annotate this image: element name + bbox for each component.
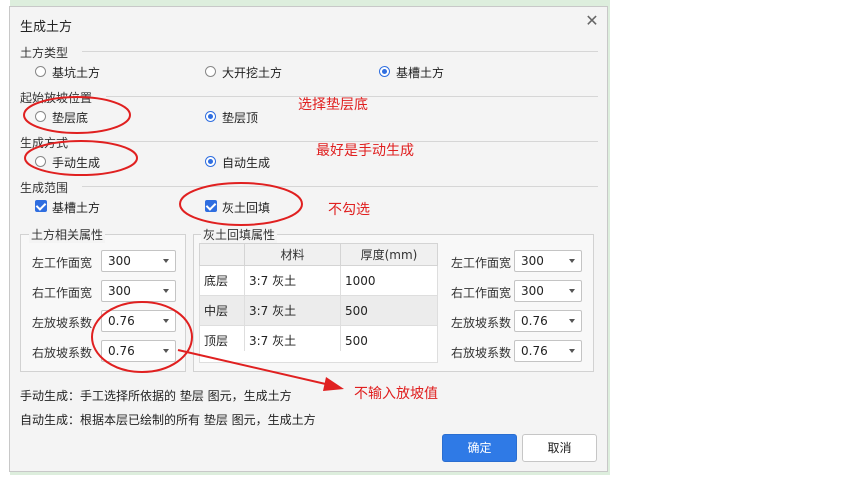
divider xyxy=(82,186,598,187)
field-value: 0.76 xyxy=(108,344,135,358)
annotation-note: 不输入放坡值 xyxy=(354,386,438,402)
radio-manual[interactable] xyxy=(35,156,46,167)
layer-thickness[interactable]: 1000 xyxy=(340,265,438,296)
option-auto-label: 自动生成 xyxy=(222,156,271,170)
backfill-right-work-width-label: 右工作面宽 xyxy=(451,286,512,300)
radio-cushion-top[interactable] xyxy=(205,111,216,122)
backfill-layers-table: 材料 厚度(mm) 底层 3:7 灰土 1000 中层 3:7 灰土 500 顶… xyxy=(199,243,438,356)
checkbox-lime-backfill-label: 灰土回填 xyxy=(222,201,271,215)
annotation-note: 最好是手动生成 xyxy=(316,143,414,159)
chevron-down-icon xyxy=(163,319,169,323)
left-slope-coef-label: 左放坡系数 xyxy=(32,316,93,330)
backfill-left-slope-coef-select[interactable]: 0.76 xyxy=(514,310,582,332)
earthwork-props-title: 土方相关属性 xyxy=(29,226,106,243)
cancel-button[interactable]: 取消 xyxy=(522,434,597,462)
right-work-width-label: 右工作面宽 xyxy=(32,286,93,300)
right-slope-coef-select[interactable]: 0.76 xyxy=(101,340,176,362)
field-value: 300 xyxy=(108,284,131,298)
option-trench-label: 基槽土方 xyxy=(396,66,445,80)
option-cushion-top-label: 垫层顶 xyxy=(222,111,259,125)
annotation-note: 选择垫层底 xyxy=(298,97,368,113)
generate-mode-label: 生成方式 xyxy=(20,136,69,150)
option-foundation-pit-label: 基坑土方 xyxy=(52,66,101,80)
column-header-thickness: 厚度(mm) xyxy=(340,243,438,266)
field-value: 0.76 xyxy=(108,314,135,328)
chevron-down-icon xyxy=(569,349,575,353)
backfill-right-work-width-select[interactable]: 300 xyxy=(514,280,582,302)
left-work-width-label: 左工作面宽 xyxy=(32,256,93,270)
checkbox-trench-earthwork[interactable] xyxy=(35,200,47,212)
right-slope-coef-label: 右放坡系数 xyxy=(32,346,93,360)
backfill-left-slope-coef-label: 左放坡系数 xyxy=(451,316,512,330)
backfill-left-work-width-select[interactable]: 300 xyxy=(514,250,582,272)
table-row[interactable]: 底层 3:7 灰土 1000 xyxy=(199,265,438,296)
option-manual-label: 手动生成 xyxy=(52,156,101,170)
backfill-props-title: 灰土回填属性 xyxy=(201,226,278,243)
annotation-note: 不勾选 xyxy=(328,202,370,218)
left-work-width-select[interactable]: 300 xyxy=(101,250,176,272)
table-empty-area xyxy=(199,351,438,363)
field-value: 300 xyxy=(108,254,131,268)
table-header-row: 材料 厚度(mm) xyxy=(199,243,438,266)
backfill-left-work-width-label: 左工作面宽 xyxy=(451,256,512,270)
earthwork-type-label: 土方类型 xyxy=(20,46,69,60)
column-header xyxy=(199,243,245,266)
field-value: 300 xyxy=(521,254,544,268)
option-mass-excavation-label: 大开挖土方 xyxy=(222,66,283,80)
checkbox-lime-backfill[interactable] xyxy=(205,200,217,212)
right-work-width-select[interactable]: 300 xyxy=(101,280,176,302)
auto-hint: 自动生成：根据本层已绘制的所有 垫层 图元，生成土方 xyxy=(20,413,316,427)
chevron-down-icon xyxy=(163,349,169,353)
left-slope-coef-select[interactable]: 0.76 xyxy=(101,310,176,332)
field-value: 300 xyxy=(521,284,544,298)
radio-trench[interactable] xyxy=(379,66,390,77)
layer-thickness[interactable]: 500 xyxy=(340,295,438,326)
field-value: 0.76 xyxy=(521,314,548,328)
scope-label: 生成范围 xyxy=(20,181,69,195)
dialog-title: 生成土方 xyxy=(20,20,73,35)
slope-start-label: 起始放坡位置 xyxy=(20,91,93,105)
layer-name: 中层 xyxy=(199,295,245,326)
ok-button[interactable]: 确定 xyxy=(442,434,517,462)
column-header-material: 材料 xyxy=(244,243,341,266)
close-icon[interactable]: ✕ xyxy=(584,13,600,29)
backfill-right-slope-coef-label: 右放坡系数 xyxy=(451,346,512,360)
checkbox-trench-earthwork-label: 基槽土方 xyxy=(52,201,101,215)
chevron-down-icon xyxy=(163,289,169,293)
layer-name: 底层 xyxy=(199,265,245,296)
table-row[interactable]: 中层 3:7 灰土 500 xyxy=(199,295,438,326)
chevron-down-icon xyxy=(569,289,575,293)
chevron-down-icon xyxy=(569,259,575,263)
radio-cushion-bottom[interactable] xyxy=(35,111,46,122)
radio-auto[interactable] xyxy=(205,156,216,167)
field-value: 0.76 xyxy=(521,344,548,358)
layer-material[interactable]: 3:7 灰土 xyxy=(244,295,341,326)
chevron-down-icon xyxy=(569,319,575,323)
option-cushion-bottom-label: 垫层底 xyxy=(52,111,89,125)
backfill-right-slope-coef-select[interactable]: 0.76 xyxy=(514,340,582,362)
chevron-down-icon xyxy=(163,259,169,263)
manual-hint: 手动生成：手工选择所依据的 垫层 图元，生成土方 xyxy=(20,389,292,403)
divider xyxy=(82,51,598,52)
radio-foundation-pit[interactable] xyxy=(35,66,46,77)
radio-mass-excavation[interactable] xyxy=(205,66,216,77)
layer-material[interactable]: 3:7 灰土 xyxy=(244,265,341,296)
